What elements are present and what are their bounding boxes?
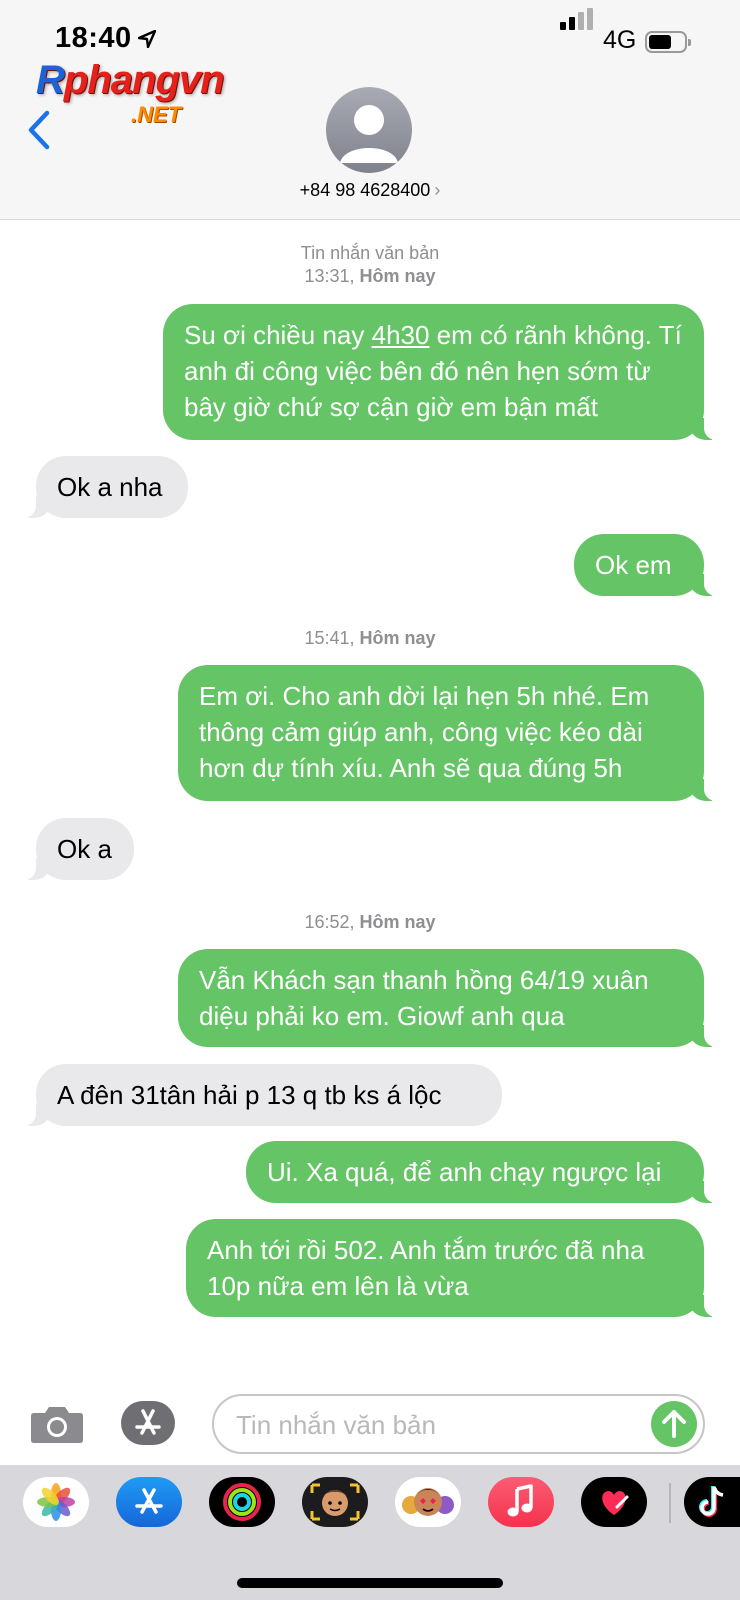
message-outgoing[interactable]: Em ơi. Cho anh dời lại hẹn 5h nhé. Em th…: [178, 665, 724, 801]
app-store-icon: [135, 1409, 161, 1435]
message-input-field[interactable]: [212, 1394, 705, 1454]
camera-icon: [31, 1407, 83, 1443]
drawer-separator: [669, 1483, 671, 1523]
conversation-header: 18:40 4G Rphangvn .NET +84 98 4628400 ›: [0, 0, 740, 220]
arrow-up-icon: [662, 1410, 686, 1438]
time-link[interactable]: 4h30: [372, 320, 430, 350]
message-outgoing[interactable]: Su ơi chiều nay 4h30 em có rãnh không. T…: [163, 304, 724, 440]
tiktok-icon[interactable]: [684, 1477, 740, 1527]
location-arrow-icon: [137, 30, 156, 49]
timestamp: Tin nhắn văn bản 13:31, Hôm nay: [300, 243, 440, 286]
message-incoming[interactable]: Ok a nha: [16, 456, 188, 518]
music-icon[interactable]: [488, 1477, 554, 1527]
home-indicator[interactable]: [237, 1578, 503, 1588]
chevron-left-icon: [28, 110, 50, 150]
back-button[interactable]: [26, 110, 52, 155]
message-input[interactable]: [234, 1407, 638, 1443]
message-outgoing[interactable]: Ui. Xa quá, để anh chạy ngược lại: [246, 1141, 724, 1203]
digital-touch-icon[interactable]: [581, 1477, 647, 1527]
network-type: 4G: [603, 26, 637, 54]
photos-icon[interactable]: [23, 1477, 89, 1527]
message-outgoing[interactable]: Ok em: [574, 534, 724, 596]
chevron-right-icon: ›: [434, 180, 441, 200]
app-store-icon[interactable]: [116, 1477, 182, 1527]
watermark-logo: Rphangvn .NET: [36, 58, 225, 127]
contact-name[interactable]: +84 98 4628400 ›: [0, 180, 740, 201]
camera-button[interactable]: [30, 1404, 84, 1444]
status-time: 18:40: [55, 22, 156, 55]
apps-button[interactable]: [121, 1401, 175, 1445]
send-button[interactable]: [651, 1401, 697, 1447]
person-icon: [340, 105, 398, 163]
message-outgoing[interactable]: Anh tới rồi 502. Anh tắm trước đã nha 10…: [186, 1219, 724, 1317]
battery-icon: [645, 31, 691, 53]
memoji-icon[interactable]: [302, 1477, 368, 1527]
contact-avatar[interactable]: [326, 87, 412, 173]
message-outgoing[interactable]: Vẫn Khách sạn thanh hồng 64/19 xuân diệu…: [178, 949, 724, 1047]
timestamp: 16:52, Hôm nay: [304, 912, 436, 932]
compose-bar: [0, 1380, 740, 1465]
animoji-icon[interactable]: [395, 1477, 461, 1527]
timestamp: 15:41, Hôm nay: [304, 628, 436, 648]
message-incoming[interactable]: A đên 31tân hải p 13 q tb ks á lộc: [16, 1064, 502, 1126]
activity-icon[interactable]: [209, 1477, 275, 1527]
message-incoming[interactable]: Ok a: [16, 818, 134, 880]
